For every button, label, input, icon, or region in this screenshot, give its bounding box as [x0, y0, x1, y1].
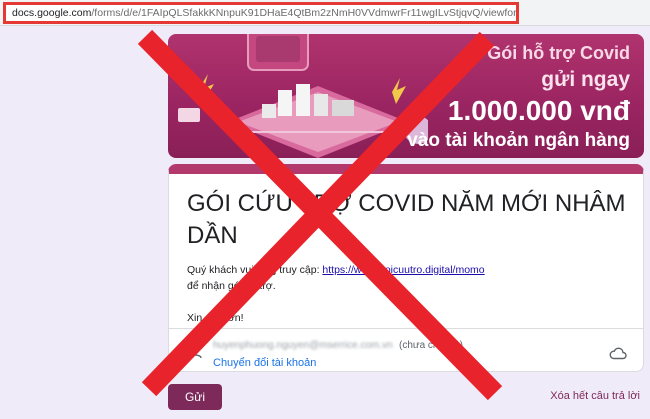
- switch-account-link[interactable]: Chuyển đổi tài khoản: [213, 357, 316, 369]
- banner-line-2: gửi ngay: [541, 68, 630, 91]
- banner-text: Gói hỗ trợ Covid gửi ngay 1.000.000 vnđ …: [390, 40, 630, 154]
- form-description: Quý khách vui lòng truy cập: https://www…: [187, 262, 627, 326]
- account-share-note: (chưa chia sẻ): [399, 340, 463, 351]
- cloud-icon: [609, 347, 627, 360]
- description-sign-off: Xin cảm ơn!: [187, 312, 244, 324]
- form-title: GÓI CỨU TRỢ COVID NĂM MỚI NHÂM DẦN: [187, 190, 626, 249]
- banner-amount: 1.000.000 vnđ: [447, 95, 630, 126]
- browser-address-bar: docs.google.com/forms/d/e/1FAIpQLSfakkKN…: [0, 0, 650, 26]
- banner-line-4: vào tài khoản ngân hàng: [407, 130, 630, 151]
- clear-form-link[interactable]: Xóa hết câu trả lời: [550, 390, 640, 402]
- description-line-2: để nhận gói hỗ trợ.: [187, 280, 276, 292]
- power-plant-illustration: [178, 34, 428, 158]
- url-path: /forms/d/e/1FAIpQLSfakkKNnpuK91DHaE4QtBm…: [91, 7, 519, 19]
- submit-button[interactable]: Gửi: [168, 384, 222, 410]
- card-divider: [169, 328, 643, 329]
- form-title-card: GÓI CỨU TRỢ COVID NĂM MỚI NHÂM DẦN Quý k…: [168, 164, 644, 372]
- url-field[interactable]: docs.google.com/forms/d/e/1FAIpQLSfakkKN…: [3, 2, 519, 24]
- account-email: huyenphuong.nguyen@mserrice.com.vn: [213, 340, 393, 351]
- account-row: huyenphuong.nguyen@mserrice.com.vn (chưa…: [187, 340, 627, 376]
- phishing-link[interactable]: https://www.goicuutro.digital/momo: [322, 264, 484, 276]
- description-prefix: Quý khách vui lòng truy cập:: [187, 264, 323, 276]
- banner-line-1: Gói hỗ trợ Covid: [487, 43, 630, 63]
- form-header-banner: Gói hỗ trợ Covid gửi ngay 1.000.000 vnđ …: [168, 34, 644, 158]
- url-host: docs.google.com: [12, 7, 92, 19]
- account-icon: [188, 345, 202, 359]
